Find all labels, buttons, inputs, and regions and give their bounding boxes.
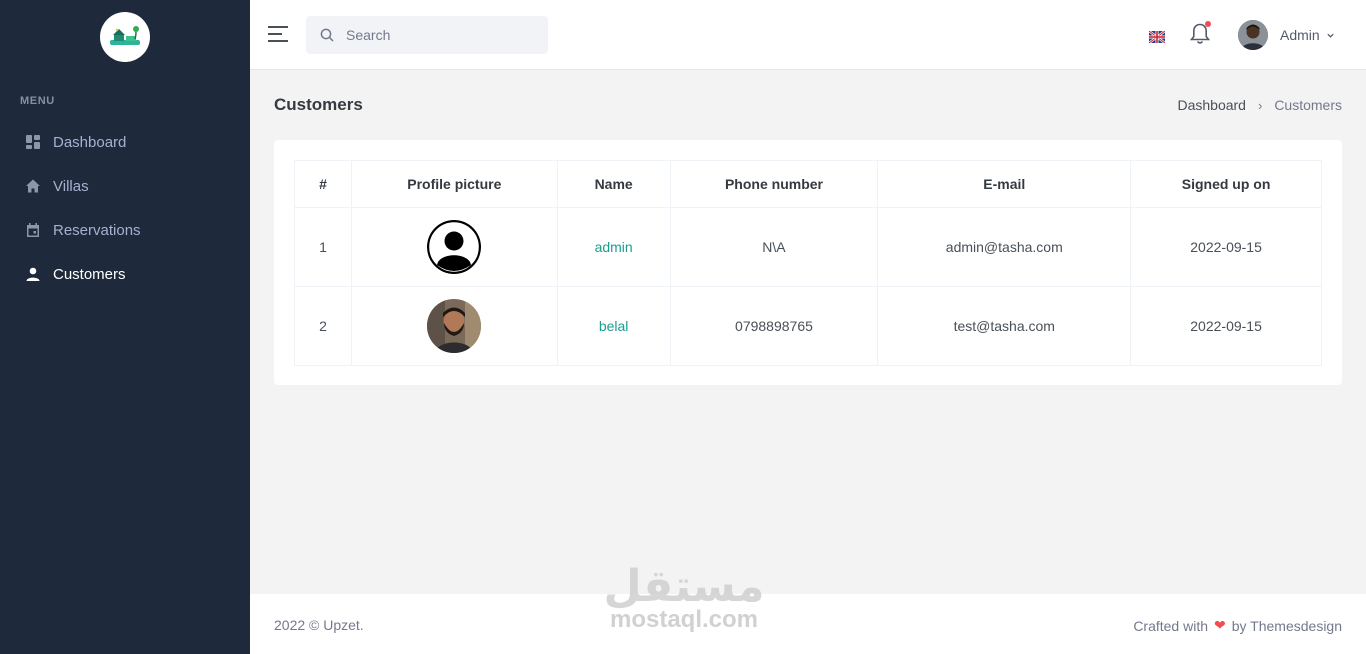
footer-copyright: 2022 © Upzet. bbox=[274, 617, 364, 633]
cell-phone: N\A bbox=[669, 207, 879, 287]
sidebar-item-label: Villas bbox=[53, 177, 89, 195]
footer-crafted-suffix: by Themesdesign bbox=[1231, 617, 1342, 634]
notifications-bell[interactable] bbox=[1189, 21, 1211, 46]
dashboard-icon bbox=[24, 133, 42, 151]
breadcrumb-dashboard[interactable]: Dashboard bbox=[1177, 97, 1246, 113]
cell-name: belal bbox=[556, 286, 671, 366]
breadcrumb-current: Customers bbox=[1274, 97, 1342, 113]
table-row: 2 belal 0798898765 test@tasha.com 2022-0… bbox=[294, 286, 1322, 366]
search-box bbox=[306, 16, 548, 54]
sidebar-nav: Dashboard Villas Reservations Customers bbox=[0, 120, 250, 296]
brand-logo[interactable] bbox=[100, 12, 150, 62]
cell-phone: 0798898765 bbox=[669, 286, 879, 366]
cell-signed-up: 2022-09-15 bbox=[1130, 286, 1322, 366]
heart-icon: ❤ bbox=[1214, 617, 1226, 633]
user-name: Admin bbox=[1280, 27, 1320, 43]
table-row: 1 admin N\A admin@tasha.com 2022-09-15 bbox=[294, 207, 1322, 287]
cell-profile-picture bbox=[350, 286, 558, 366]
header-profile-picture: Profile picture bbox=[350, 160, 558, 208]
calendar-icon bbox=[24, 221, 42, 239]
sidebar-item-label: Dashboard bbox=[53, 133, 127, 151]
sidebar-item-dashboard[interactable]: Dashboard bbox=[0, 120, 250, 164]
header-signed-up: Signed up on bbox=[1130, 160, 1322, 208]
sidebar-item-customers[interactable]: Customers bbox=[0, 252, 250, 296]
chevron-down-icon bbox=[1327, 33, 1334, 38]
customers-table: # Profile picture Name Phone number E-ma… bbox=[294, 160, 1322, 366]
topbar: Admin bbox=[250, 0, 1366, 70]
uk-flag-icon[interactable] bbox=[1149, 31, 1165, 43]
cell-email: admin@tasha.com bbox=[877, 207, 1132, 287]
user-icon bbox=[24, 265, 42, 283]
breadcrumb: Dashboard › Customers bbox=[1177, 97, 1342, 113]
sidebar-item-label: Reservations bbox=[53, 221, 141, 239]
cell-index: 1 bbox=[294, 207, 352, 287]
sidebar-item-reservations[interactable]: Reservations bbox=[0, 208, 250, 252]
profile-photo-avatar bbox=[427, 299, 482, 353]
watermark-arabic: مستقل bbox=[603, 561, 765, 612]
avatar bbox=[1238, 20, 1268, 50]
cell-profile-picture bbox=[350, 207, 558, 287]
search-icon bbox=[320, 28, 334, 42]
sidebar-item-label: Customers bbox=[53, 265, 126, 283]
home-icon bbox=[24, 177, 42, 195]
header-name: Name bbox=[556, 160, 671, 208]
customers-card: # Profile picture Name Phone number E-ma… bbox=[274, 140, 1342, 385]
header-email: E-mail bbox=[877, 160, 1132, 208]
sidebar-item-villas[interactable]: Villas bbox=[0, 164, 250, 208]
search-input[interactable] bbox=[346, 27, 526, 43]
footer-credits: Crafted with ❤ by Themesdesign bbox=[1133, 617, 1342, 634]
default-avatar-icon bbox=[427, 220, 482, 274]
customer-name-link[interactable]: admin bbox=[595, 239, 633, 255]
header-phone: Phone number bbox=[669, 160, 879, 208]
table-header-row: # Profile picture Name Phone number E-ma… bbox=[294, 160, 1322, 208]
page-title: Customers bbox=[274, 95, 363, 114]
watermark-latin: mostaql.com bbox=[609, 606, 759, 633]
menu-toggle-icon[interactable] bbox=[268, 26, 288, 44]
header-index: # bbox=[294, 160, 352, 208]
footer-crafted-prefix: Crafted with bbox=[1133, 617, 1209, 634]
watermark: مستقل mostaql.com bbox=[600, 562, 768, 634]
villa-logo-icon bbox=[110, 26, 140, 45]
cell-name: admin bbox=[556, 207, 671, 287]
chevron-right-icon: › bbox=[1257, 97, 1263, 113]
menu-title: MENU bbox=[20, 95, 55, 107]
cell-index: 2 bbox=[294, 286, 352, 366]
user-menu[interactable]: Admin bbox=[1238, 20, 1335, 50]
sidebar: MENU Dashboard Villas Reservations Custo… bbox=[0, 0, 250, 654]
footer: 2022 © Upzet. Crafted with ❤ by Themesde… bbox=[250, 594, 1366, 654]
cell-signed-up: 2022-09-15 bbox=[1130, 207, 1322, 287]
customer-name-link[interactable]: belal bbox=[599, 318, 629, 334]
cell-email: test@tasha.com bbox=[877, 286, 1132, 366]
notification-dot bbox=[1205, 21, 1211, 27]
